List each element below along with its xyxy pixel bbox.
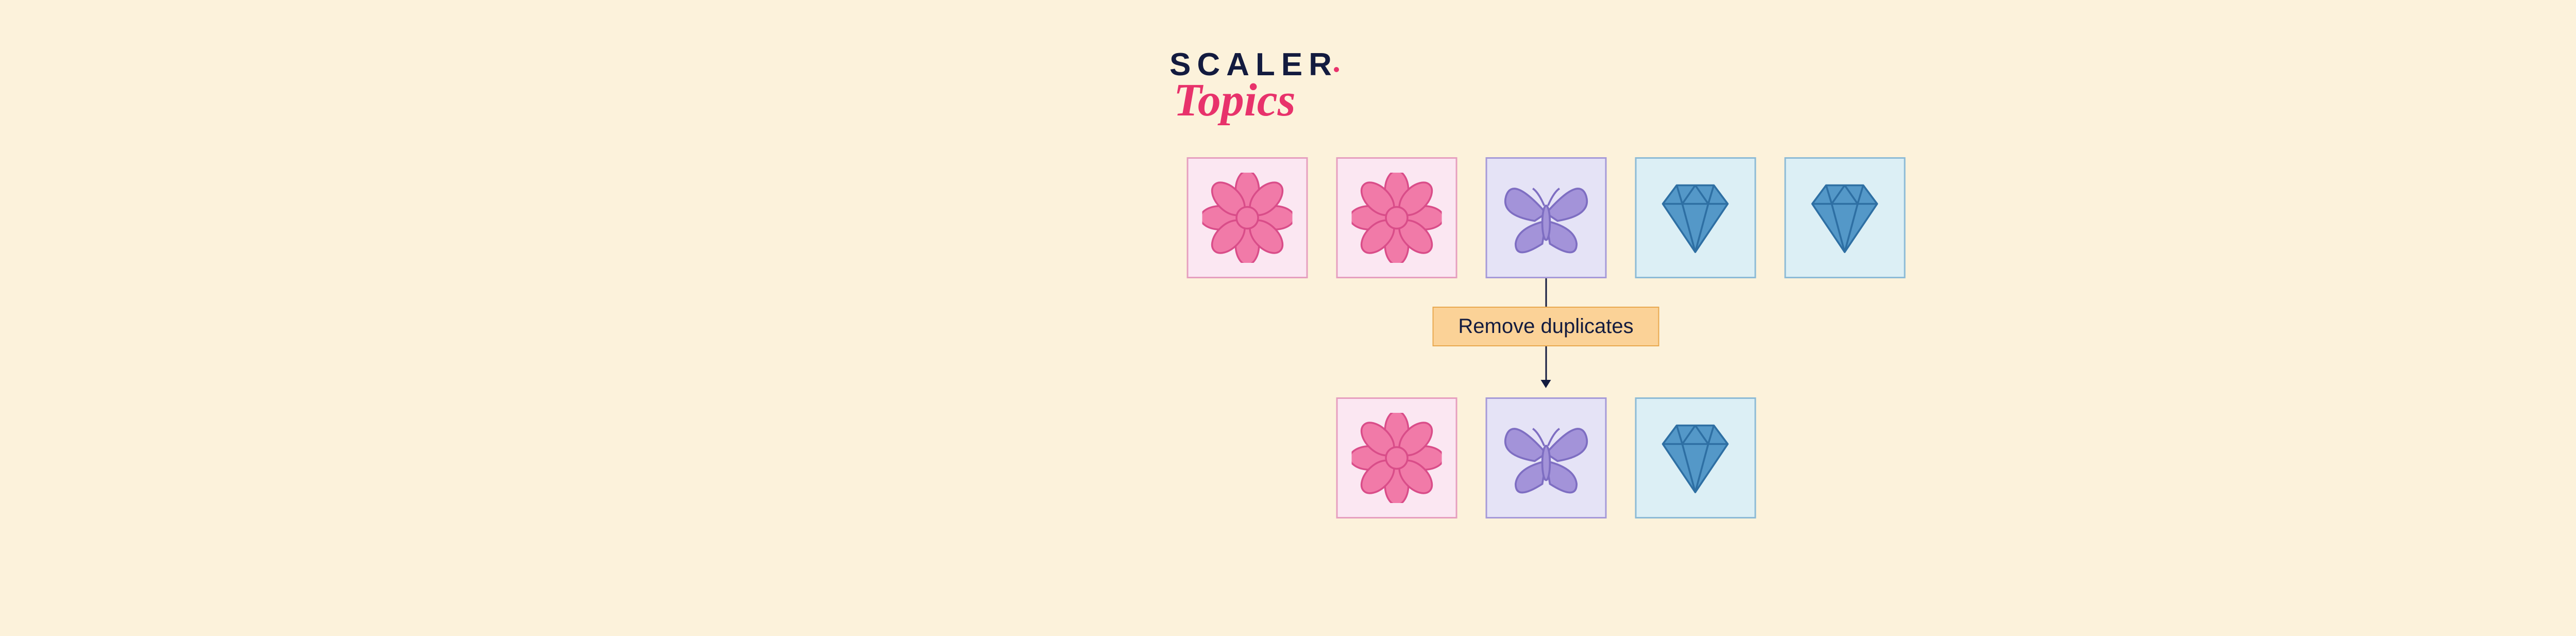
arrow-line-top: [1545, 278, 1547, 307]
flower-icon: [1351, 173, 1442, 263]
arrow-head-icon: [1541, 380, 1551, 388]
logo-line1: SCALER: [1170, 46, 1338, 83]
scaler-topics-logo: SCALER Topics: [1170, 46, 1338, 127]
diamond-icon: [1649, 178, 1742, 258]
tile-flower: [1336, 397, 1457, 518]
tile-flower: [1336, 157, 1457, 278]
operation-label: Remove duplicates: [1432, 307, 1659, 346]
butterfly-icon: [1498, 414, 1594, 502]
flower-icon: [1202, 173, 1292, 263]
remove-duplicates-diagram: Remove duplicates: [1187, 157, 1905, 518]
tile-diamond: [1635, 397, 1756, 518]
flower-icon: [1351, 413, 1442, 503]
butterfly-icon: [1498, 174, 1594, 262]
tile-butterfly: [1485, 397, 1606, 518]
arrow-line-bottom: [1545, 346, 1547, 380]
tile-butterfly: [1485, 157, 1606, 278]
diamond-icon: [1799, 178, 1891, 258]
tile-flower: [1187, 157, 1308, 278]
input-row: [1187, 157, 1905, 278]
diamond-icon: [1649, 418, 1742, 498]
output-row: [1336, 397, 1756, 518]
tile-diamond: [1635, 157, 1756, 278]
arrow-with-label: Remove duplicates: [1432, 278, 1659, 388]
logo-dot-icon: [1334, 67, 1339, 72]
tile-diamond: [1784, 157, 1905, 278]
